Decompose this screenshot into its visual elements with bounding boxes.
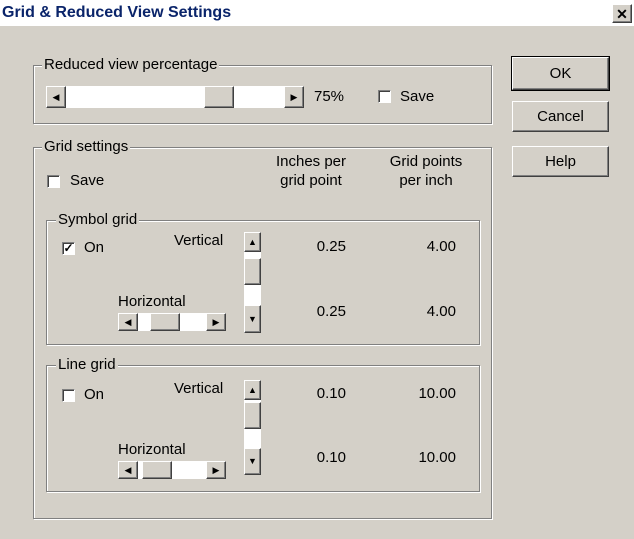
column-header-points-line2: per inch (399, 172, 453, 189)
symbol-grid-vertical-points: 4.00 (426, 238, 456, 255)
column-header-points-line1: Grid points (389, 153, 463, 170)
reduced-view-group-label: Reduced view percentage (42, 56, 220, 74)
ok-button[interactable]: OK (511, 56, 610, 91)
symbol-grid-on-label: On (84, 239, 105, 256)
scroll-left-icon[interactable]: ◀ (118, 313, 138, 331)
line-grid-vertical-thumb[interactable] (244, 402, 261, 429)
column-header-inches-line1: Inches per (275, 153, 347, 170)
reduced-view-slider-thumb[interactable] (204, 86, 234, 108)
column-header-inches-line2: grid point (280, 172, 342, 189)
cancel-button-label: Cancel (537, 108, 584, 125)
line-grid-horizontal-label: Horizontal (118, 441, 186, 458)
close-button[interactable]: ✕ (612, 4, 632, 23)
symbol-grid-vertical-inches: 0.25 (316, 238, 346, 255)
symbol-grid-horizontal-thumb[interactable] (150, 313, 180, 331)
scroll-right-icon[interactable]: ▶ (284, 86, 304, 108)
scroll-up-icon[interactable]: ▲ (244, 232, 261, 252)
symbol-grid-group-label: Symbol grid (56, 211, 140, 229)
scroll-up-icon[interactable]: ▲ (244, 380, 261, 400)
ok-button-label: OK (549, 65, 572, 82)
line-grid-group-label: Line grid (56, 356, 118, 374)
symbol-grid-vertical-thumb[interactable] (244, 258, 261, 285)
reduced-view-value: 75% (314, 88, 345, 105)
symbol-grid-horizontal-inches: 0.25 (316, 303, 346, 320)
close-icon: ✕ (616, 5, 628, 22)
grid-settings-group-label: Grid settings (42, 138, 131, 156)
scroll-down-icon[interactable]: ▼ (244, 305, 261, 333)
grid-settings-save-label: Save (70, 172, 105, 189)
line-grid-horizontal-thumb[interactable] (142, 461, 172, 479)
grid-settings-save-checkbox[interactable] (47, 175, 60, 188)
window-title: Grid & Reduced View Settings (2, 4, 232, 21)
symbol-grid-horizontal-points: 4.00 (426, 303, 456, 320)
line-grid-on-checkbox[interactable] (62, 389, 75, 402)
line-grid-horizontal-inches: 0.10 (316, 449, 346, 466)
scroll-left-icon[interactable]: ◀ (118, 461, 138, 479)
line-grid-vertical-label: Vertical (174, 380, 224, 397)
help-button[interactable]: Help (512, 146, 609, 177)
reduced-view-save-checkbox[interactable] (378, 90, 391, 103)
symbol-grid-on-checkbox[interactable]: ✓ (62, 242, 75, 255)
reduced-view-save-label: Save (400, 88, 435, 105)
help-button-label: Help (545, 153, 576, 170)
scroll-right-icon[interactable]: ▶ (206, 313, 226, 331)
checkmark-icon: ✓ (63, 241, 74, 255)
scroll-down-icon[interactable]: ▼ (244, 448, 261, 475)
line-grid-vertical-inches: 0.10 (316, 385, 346, 402)
symbol-grid-horizontal-label: Horizontal (118, 293, 186, 310)
line-grid-horizontal-points: 10.00 (418, 449, 456, 466)
line-grid-on-label: On (84, 386, 105, 403)
scroll-right-icon[interactable]: ▶ (206, 461, 226, 479)
title-bar: Grid & Reduced View Settings ✕ (0, 0, 634, 26)
cancel-button[interactable]: Cancel (512, 101, 609, 132)
line-grid-vertical-points: 10.00 (418, 385, 456, 402)
scroll-left-icon[interactable]: ◀ (46, 86, 66, 108)
symbol-grid-vertical-label: Vertical (174, 232, 224, 249)
reduced-view-slider[interactable] (46, 86, 304, 108)
